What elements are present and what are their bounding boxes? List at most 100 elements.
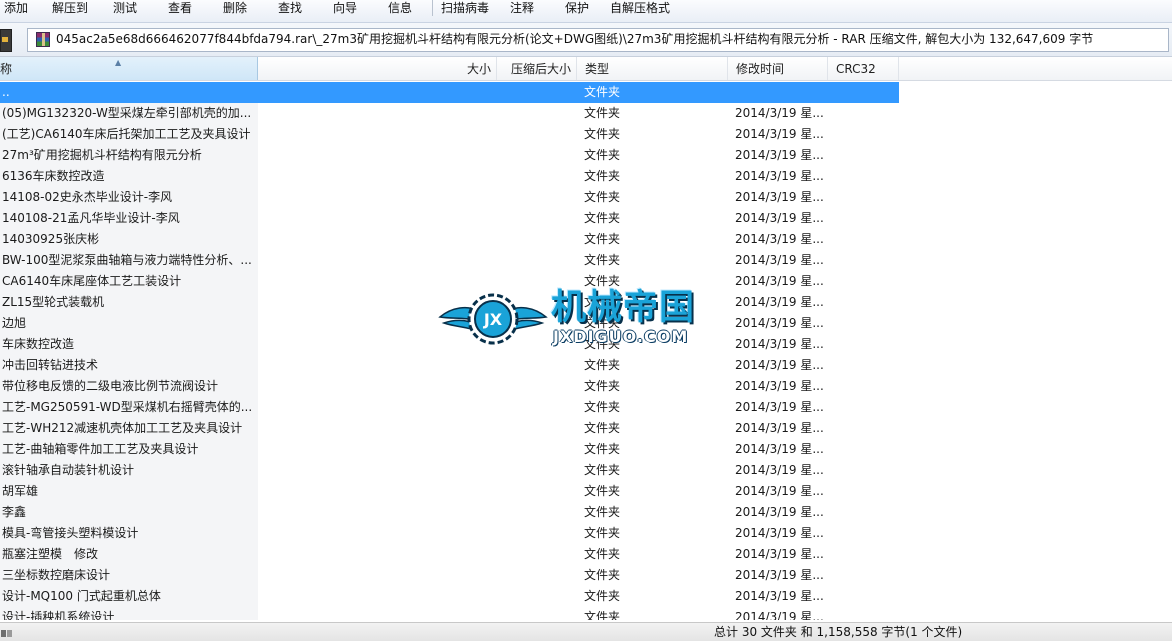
row-modified: 2014/3/19 星...: [735, 421, 824, 435]
row-name: 模具-弯管接头塑料模设计: [2, 526, 139, 540]
file-list-row[interactable]: 车床数控改造 文件夹 2014/3/19 星...: [0, 334, 1172, 355]
file-list-row[interactable]: 带位移电反馈的二级电液比例节流阀设计 文件夹 2014/3/19 星...: [0, 376, 1172, 397]
row-type: 文件夹: [584, 295, 621, 309]
toolbar-scan-virus-button[interactable]: 扫描病毒: [441, 0, 489, 16]
toolbar-find-button[interactable]: 查找: [278, 0, 302, 16]
file-list-row[interactable]: 工艺-WH212减速机壳体加工工艺及夹具设计 文件夹 2014/3/19 星...: [0, 418, 1172, 439]
column-packed-size[interactable]: 压缩后大小: [497, 57, 577, 80]
file-list-row[interactable]: 边旭 文件夹 2014/3/19 星...: [0, 313, 1172, 334]
file-list-row[interactable]: 模具-弯管接头塑料模设计 文件夹 2014/3/19 星...: [0, 523, 1172, 544]
column-crc32[interactable]: CRC32: [828, 57, 899, 80]
row-name: 滚针轴承自动装针机设计: [2, 463, 135, 477]
toolbar-wizard-button[interactable]: 向导: [333, 0, 357, 16]
file-list-row[interactable]: 设计-MQ100 门式起重机总体 文件夹 2014/3/19 星...: [0, 586, 1172, 607]
toolbar-extract-to-button[interactable]: 解压到: [52, 0, 88, 16]
file-list-row[interactable]: 瓶塞注塑模 修改 文件夹 2014/3/19 星...: [0, 544, 1172, 565]
toolbar-comment-button[interactable]: 注释: [510, 0, 534, 16]
row-type: 文件夹: [584, 148, 621, 162]
row-name: ZL15型轮式装载机: [2, 295, 105, 309]
row-name: 14108-02史永杰毕业设计-李风: [2, 190, 173, 204]
file-list-row[interactable]: 140108-21孟凡华毕业设计-李风 文件夹 2014/3/19 星...: [0, 208, 1172, 229]
file-list-row[interactable]: CA6140车床尾座体工艺工装设计 文件夹 2014/3/19 星...: [0, 271, 1172, 292]
row-name: 工艺-WH212减速机壳体加工工艺及夹具设计: [2, 421, 243, 435]
row-modified: 2014/3/19 星...: [735, 547, 824, 561]
row-type: 文件夹: [584, 337, 621, 351]
row-type: 文件夹: [584, 316, 621, 330]
row-name: 工艺-MG250591-WD型采煤机右摇臂壳体的...: [2, 400, 253, 414]
file-list-row[interactable]: 滚针轴承自动装针机设计 文件夹 2014/3/19 星...: [0, 460, 1172, 481]
toolbar: 添加 解压到 测试 查看 删除 查找 向导 信息 扫描病毒 注释 保护 自解压格…: [0, 0, 1172, 23]
file-list-row[interactable]: 胡军雄 文件夹 2014/3/19 星...: [0, 481, 1172, 502]
file-list-row[interactable]: 设计-插秧机系统设计 文件夹 2014/3/19 星...: [0, 607, 1172, 620]
file-list-row[interactable]: 工艺-MG250591-WD型采煤机右摇臂壳体的... 文件夹 2014/3/19 …: [0, 397, 1172, 418]
file-list-row[interactable]: 6136车床数控改造 文件夹 2014/3/19 星...: [0, 166, 1172, 187]
toolbar-info-button[interactable]: 信息: [388, 0, 412, 16]
row-type: 文件夹: [584, 547, 621, 561]
row-modified: 2014/3/19 星...: [735, 106, 824, 120]
toolbar-separator: [432, 0, 433, 16]
file-list-row[interactable]: (05)MG132320-W型采煤左牵引部机壳的加... 文件夹 2014/3/19…: [0, 103, 1172, 124]
column-packed-size-label: 压缩后大小: [510, 62, 571, 76]
column-name[interactable]: 称 ▲: [0, 57, 258, 80]
file-list-row[interactable]: .. 文件夹: [0, 82, 1172, 103]
row-modified: 2014/3/19 星...: [735, 274, 824, 288]
row-modified: 2014/3/19 星...: [735, 316, 824, 330]
sort-ascending-icon: ▲: [115, 58, 122, 67]
row-type: 文件夹: [584, 190, 621, 204]
row-name: 14030925张庆彬: [2, 232, 100, 246]
file-list-row[interactable]: (工艺)CA6140车床后托架加工工艺及夹具设计 文件夹 2014/3/19 星..…: [0, 124, 1172, 145]
column-type-label: 类型: [585, 62, 610, 76]
toolbar-delete-button[interactable]: 删除: [223, 0, 247, 16]
row-type: 文件夹: [584, 400, 621, 414]
row-type: 文件夹: [584, 610, 621, 620]
row-modified: 2014/3/19 星...: [735, 148, 824, 162]
row-type: 文件夹: [584, 127, 621, 141]
row-modified: 2014/3/19 星...: [735, 442, 824, 456]
row-name: 冲击回转钻进技术: [2, 358, 99, 372]
row-type: 文件夹: [584, 526, 621, 540]
row-modified: 2014/3/19 星...: [735, 211, 824, 225]
column-modified-label: 修改时间: [736, 62, 785, 76]
row-type: 文件夹: [584, 232, 621, 246]
row-type: 文件夹: [584, 568, 621, 582]
row-modified: 2014/3/19 星...: [735, 169, 824, 183]
toolbar-sfx-button[interactable]: 自解压格式: [610, 0, 670, 16]
row-modified: 2014/3/19 星...: [735, 337, 824, 351]
column-crc32-label: CRC32: [836, 62, 876, 76]
up-folder-button[interactable]: [0, 29, 12, 52]
row-modified: 2014/3/19 星...: [735, 568, 824, 582]
file-list-row[interactable]: ZL15型轮式装载机 文件夹 2014/3/19 星...: [0, 292, 1172, 313]
row-type: 文件夹: [584, 463, 621, 477]
file-list-row[interactable]: 工艺-曲轴箱零件加工工艺及夹具设计 文件夹 2014/3/19 星...: [0, 439, 1172, 460]
column-type[interactable]: 类型: [577, 57, 728, 80]
toolbar-protect-button[interactable]: 保护: [565, 0, 589, 16]
column-modified[interactable]: 修改时间: [728, 57, 828, 80]
file-list-row[interactable]: 27m³矿用挖掘机斗杆结构有限元分析 文件夹 2014/3/19 星...: [0, 145, 1172, 166]
file-list-row[interactable]: BW-100型泥浆泵曲轴箱与液力端特性分析、... 文件夹 2014/3/19 星.…: [0, 250, 1172, 271]
row-name: ..: [2, 85, 10, 99]
toolbar-add-button[interactable]: 添加: [4, 0, 28, 16]
column-size[interactable]: 大小: [258, 57, 497, 80]
row-modified: 2014/3/19 星...: [735, 610, 824, 620]
row-modified: 2014/3/19 星...: [735, 358, 824, 372]
row-type: 文件夹: [584, 274, 621, 288]
drive-icon: [0, 627, 14, 639]
path-field[interactable]: 045ac2a5e68d666462077f844bfda794.rar\_27…: [27, 28, 1169, 52]
file-list-row[interactable]: 三坐标数控磨床设计 文件夹 2014/3/19 星...: [0, 565, 1172, 586]
toolbar-test-button[interactable]: 测试: [113, 0, 137, 16]
file-list-row[interactable]: 冲击回转钻进技术 文件夹 2014/3/19 星...: [0, 355, 1172, 376]
archive-path-text: 045ac2a5e68d666462077f844bfda794.rar\_27…: [56, 32, 1094, 46]
column-header: 称 ▲ 大小 压缩后大小 类型 修改时间 CRC32: [0, 57, 1172, 81]
row-modified: 2014/3/19 星...: [735, 505, 824, 519]
column-name-label: 称: [0, 62, 13, 76]
row-type: 文件夹: [584, 421, 621, 435]
row-type: 文件夹: [584, 484, 621, 498]
row-modified: 2014/3/19 星...: [735, 526, 824, 540]
file-list-row[interactable]: 14030925张庆彬 文件夹 2014/3/19 星...: [0, 229, 1172, 250]
row-modified: 2014/3/19 星...: [735, 253, 824, 267]
file-list-row[interactable]: 李鑫 文件夹 2014/3/19 星...: [0, 502, 1172, 523]
row-name: 三坐标数控磨床设计: [2, 568, 111, 582]
address-bar: 045ac2a5e68d666462077f844bfda794.rar\_27…: [0, 23, 1172, 57]
file-list-row[interactable]: 14108-02史永杰毕业设计-李风 文件夹 2014/3/19 星...: [0, 187, 1172, 208]
toolbar-view-button[interactable]: 查看: [168, 0, 192, 16]
